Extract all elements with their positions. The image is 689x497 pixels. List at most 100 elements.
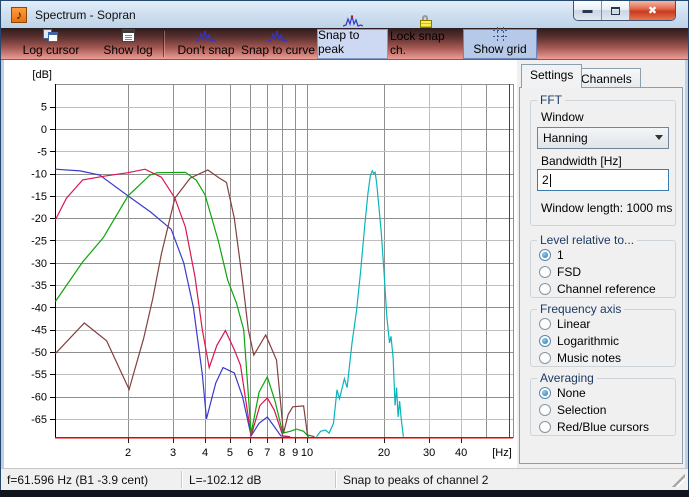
toolbar-button-lock-snap-channel[interactable]: Lock snap ch. (390, 15, 461, 59)
frequency-axis-group: Frequency axis Linear Logarithmic Music … (530, 302, 676, 367)
status-frequency: f=61.596 Hz (B1 -3.9 cent) (7, 473, 149, 487)
spectrum-chart[interactable]: 5 0 -5 -10 -15 -20 -25 -30 -35 -40 -45 -50 -55 -60 -65… (4, 60, 517, 468)
svg-text:30: 30 (423, 447, 435, 459)
toolbar-button-log-cursor[interactable]: Log cursor (7, 29, 95, 59)
close-button[interactable]: ✖ (630, 1, 675, 20)
grid-icon (492, 27, 508, 41)
radio-icon (539, 318, 551, 330)
averaging-group-label: Averaging (537, 371, 597, 385)
text-caret (549, 173, 551, 187)
svg-text:3: 3 (170, 447, 176, 459)
radio-icon (539, 266, 551, 278)
spectrum-icon (196, 29, 216, 42)
fft-group: FFT Window Hanning Bandwidth [Hz] 2 Wind… (530, 93, 676, 226)
toolbar-button-label: Show grid (473, 42, 527, 56)
radio-freq-linear[interactable]: Linear (539, 316, 590, 332)
tab-settings[interactable]: Settings (521, 64, 583, 88)
radio-level-fsd[interactable]: FSD (539, 264, 581, 280)
svg-text:-30: -30 (31, 258, 47, 270)
window-title: Spectrum - Sopran (35, 8, 136, 22)
svg-text:40: 40 (455, 447, 467, 459)
toolbar-button-show-log[interactable]: Show log (97, 29, 159, 59)
settings-tab-page: FFT Window Hanning Bandwidth [Hz] 2 Wind… (519, 87, 683, 464)
status-separator (181, 471, 183, 488)
toolbar-button-label: Snap to curve (240, 43, 316, 57)
toolbar-button-snap-to-peak[interactable]: Snap to peak (317, 15, 388, 59)
radio-level-channel-reference[interactable]: Channel reference (539, 281, 656, 297)
radio-icon (539, 249, 551, 261)
tab-label: Settings (530, 68, 574, 82)
radio-icon (539, 404, 551, 416)
radio-freq-logarithmic[interactable]: Logarithmic (539, 333, 619, 349)
radio-icon (539, 283, 551, 295)
toolbar-button-label: Log cursor (22, 43, 80, 57)
svg-text:[Hz]: [Hz] (492, 447, 512, 459)
toolbar-separator (163, 31, 165, 57)
window-bottom-border (0, 490, 689, 497)
bandwidth-input-value: 2 (542, 173, 549, 187)
bandwidth-label: Bandwidth [Hz] (541, 154, 622, 168)
toolbar-button-label: Don't snap (177, 43, 235, 57)
resize-grip[interactable] (672, 474, 685, 487)
svg-text:10: 10 (301, 447, 313, 459)
app-window: ♪ Spectrum - Sopran ▬ ✖ Log cursor Show … (0, 0, 689, 497)
frequency-axis-group-label: Frequency axis (537, 302, 625, 316)
status-snap-mode: Snap to peaks of channel 2 (343, 473, 489, 487)
toolbar: Log cursor Show log Don't snap Snap to c… (1, 15, 688, 60)
svg-text:[dB]: [dB] (32, 69, 52, 81)
svg-text:-35: -35 (31, 280, 47, 292)
svg-text:-25: -25 (31, 235, 47, 247)
radio-avg-red-blue-cursors[interactable]: Red/Blue cursors (539, 419, 649, 435)
bandwidth-input[interactable]: 2 (537, 169, 669, 191)
averaging-group: Averaging None Selection Red/Blue cursor… (530, 371, 676, 436)
toolbar-button-snap-to-curve[interactable]: Snap to curve (240, 29, 316, 59)
svg-text:6: 6 (247, 447, 253, 459)
maximize-icon (611, 6, 620, 15)
svg-text:-55: -55 (31, 369, 47, 381)
radio-freq-music-notes[interactable]: Music notes (539, 350, 621, 366)
svg-text:8: 8 (279, 447, 285, 459)
level-relative-group: Level relative to... 1 FSD Channel refer… (530, 233, 676, 298)
svg-text:-45: -45 (31, 325, 47, 337)
close-icon: ✖ (647, 5, 658, 17)
toolbar-button-label: Snap to peak (318, 28, 360, 56)
svg-text:5: 5 (227, 447, 233, 459)
svg-text:-40: -40 (31, 302, 47, 314)
window-controls: ▬ ✖ (573, 1, 676, 21)
window-length-text: Window length: 1000 ms (541, 201, 673, 215)
svg-text:9: 9 (292, 447, 298, 459)
spectrum-chart-svg[interactable]: 5 0 -5 -10 -15 -20 -25 -30 -35 -40 -45 -50 -55 -60 -65… (4, 60, 517, 468)
spectrum-icon (342, 15, 363, 27)
radio-avg-none[interactable]: None (539, 385, 586, 401)
radio-icon (539, 421, 551, 433)
svg-text:4: 4 (202, 447, 208, 459)
radio-avg-selection[interactable]: Selection (539, 402, 606, 418)
window-select-value: Hanning (543, 131, 588, 145)
toolbar-button-label: Lock snap ch. (390, 29, 445, 57)
radio-icon (539, 352, 551, 364)
svg-text:5: 5 (41, 102, 47, 114)
svg-text:-15: -15 (31, 191, 47, 203)
svg-text:7: 7 (264, 447, 270, 459)
level-relative-group-label: Level relative to... (537, 233, 638, 247)
app-icon: ♪ (11, 7, 27, 23)
svg-text:-5: -5 (37, 146, 47, 158)
window-select[interactable]: Hanning (537, 127, 669, 149)
settings-panel: Settings Channels FFT Window Hanning Ban… (517, 60, 685, 468)
padlock-icon (419, 15, 432, 28)
toolbar-button-dont-snap[interactable]: Don't snap (173, 29, 239, 59)
svg-text:20: 20 (378, 447, 390, 459)
status-level: L=-102.12 dB (189, 473, 262, 487)
radio-icon (539, 387, 551, 399)
notepad-icon (121, 29, 135, 42)
svg-text:-60: -60 (31, 392, 47, 404)
spectrum-icon (268, 29, 288, 42)
minimize-button[interactable]: ▬ (574, 1, 602, 20)
maximize-button[interactable] (602, 1, 630, 20)
radio-level-1[interactable]: 1 (539, 247, 564, 263)
svg-text:0: 0 (41, 124, 47, 136)
window-label: Window (541, 110, 584, 124)
toolbar-button-show-grid[interactable]: Show grid (463, 27, 537, 59)
status-separator (335, 471, 337, 488)
svg-text:2: 2 (125, 447, 131, 459)
